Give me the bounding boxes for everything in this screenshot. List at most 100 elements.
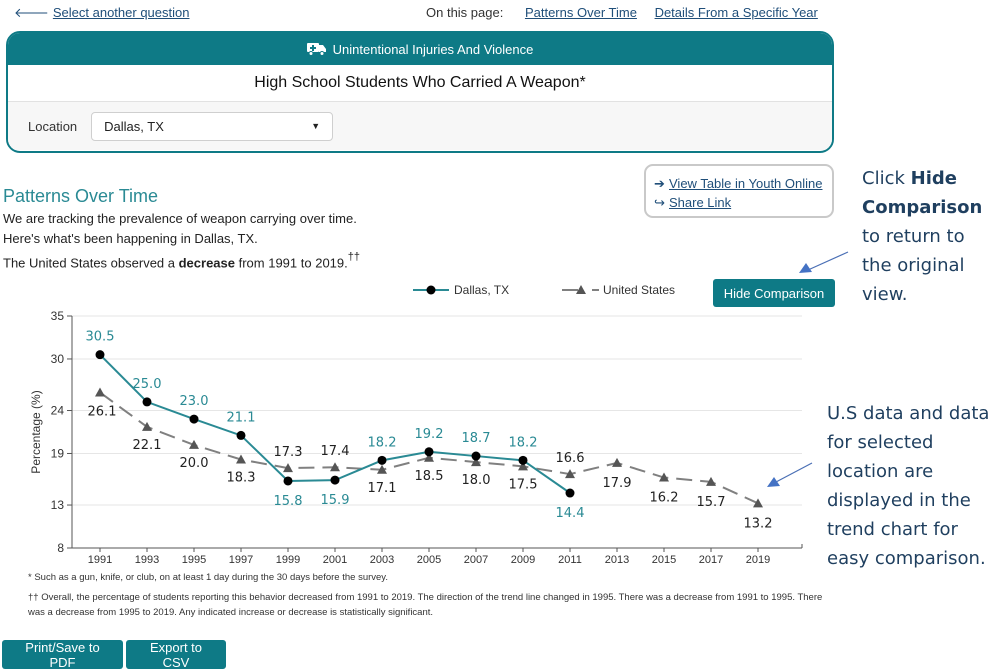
links-box: ➔ View Table in Youth Online ↪ Share Link (644, 164, 834, 218)
data-labels: 30.5 26.1 25.0 22.1 23.0 20.0 21.1 18.3 15.8 17.3… (86, 330, 773, 532)
print-save-pdf-button[interactable]: Print/Save to PDF (2, 640, 123, 670)
data-point-us (612, 457, 622, 467)
data-point-dallas (518, 455, 528, 465)
data-label-us: 22.1 (133, 438, 162, 453)
x-tick-label: 1999 (276, 554, 300, 566)
section-description: We are tracking the prevalence of weapon… (3, 209, 360, 273)
x-tick-label: 2019 (746, 554, 770, 566)
trend-word: decrease (178, 255, 235, 271)
footnote-asterisk: * Such as a gun, knife, or club, on at l… (28, 572, 388, 583)
x-tick-label: 2001 (323, 554, 347, 566)
legend-marker-dallas (426, 285, 436, 295)
legend-label-dallas: Dallas, TX (454, 283, 509, 297)
y-tick-label: 35 (51, 309, 65, 323)
data-point-us (95, 387, 105, 397)
arrow-left-icon: 🡐 (14, 5, 49, 20)
y-tick-label: 8 (57, 541, 64, 555)
data-label-dallas: 18.2 (509, 435, 538, 450)
data-label-us: 13.2 (744, 516, 773, 531)
description-text: from 1991 to 2019. (235, 255, 348, 271)
x-tick-label: 2015 (652, 554, 676, 566)
legend-label-us: United States (603, 283, 675, 297)
y-tick-label: 24 (51, 404, 65, 418)
view-table-row[interactable]: ➔ View Table in Youth Online (654, 174, 832, 193)
y-axis-label: Percentage (%) (29, 390, 43, 473)
footnote-marker: †† (347, 251, 360, 263)
data-label-us: 16.2 (650, 491, 679, 506)
series-line-dallas (99, 353, 571, 494)
data-label-us: 17.9 (603, 476, 632, 491)
ambulance-icon (306, 43, 326, 56)
section-title: Patterns Over Time (3, 186, 159, 206)
data-point-us (753, 498, 763, 508)
data-point-dallas (236, 430, 246, 440)
data-label-dallas: 18.2 (368, 435, 397, 450)
data-label-dallas: 30.5 (86, 330, 115, 345)
annotation-hide-comparison: Click Hide Comparison to return to the o… (862, 164, 992, 309)
data-label-dallas: 15.8 (274, 494, 303, 509)
x-tick-label: 2003 (370, 554, 394, 566)
trend-chart: 8 13 19 24 30 35 1991 1993 1995 1997 1999 2001 2003 2… (29, 283, 803, 566)
share-link-row[interactable]: ↪ Share Link (654, 193, 832, 212)
annotation-arrow-line (807, 251, 849, 271)
data-point-dallas (283, 476, 293, 486)
view-table-link[interactable]: View Table in Youth Online (669, 176, 822, 191)
share-link[interactable]: Share Link (669, 195, 731, 210)
share-icon: ↪ (654, 195, 665, 210)
data-label-dallas: 14.4 (556, 506, 585, 521)
legend: Dallas, TX United States (413, 283, 675, 297)
x-tick-label: 2007 (464, 554, 488, 566)
data-point-dallas (471, 451, 481, 461)
x-tick-label: 1993 (135, 554, 159, 566)
category-title: Unintentional Injuries And Violence (332, 41, 534, 57)
data-point-dallas (377, 455, 387, 465)
on-this-page-nav: On this page: Patterns Over Time Details… (426, 5, 832, 20)
location-value: Dallas, TX (104, 118, 164, 134)
data-label-us: 17.3 (274, 445, 303, 460)
y-tick-label: 13 (51, 498, 65, 512)
x-tick-label: 2005 (417, 554, 441, 566)
category-bar: Unintentional Injuries And Violence (8, 33, 832, 65)
x-tick-label: 1995 (182, 554, 206, 566)
y-tick-label: 19 (51, 446, 65, 460)
data-point-dallas (95, 350, 105, 360)
select-another-question-link[interactable]: Select another question (53, 5, 190, 20)
export-csv-button[interactable]: Export to CSV (126, 640, 226, 670)
data-label-us: 18.3 (227, 470, 256, 485)
patterns-over-time-link[interactable]: Patterns Over Time (525, 5, 637, 20)
data-point-dallas (189, 414, 199, 424)
data-point-dallas (565, 488, 575, 498)
data-label-dallas: 25.0 (133, 377, 162, 392)
location-select[interactable]: Dallas, TX ▼ (91, 111, 334, 141)
data-label-us: 18.0 (462, 473, 491, 488)
x-tick-label: 1991 (88, 554, 112, 566)
x-tick-label: 2017 (699, 554, 723, 566)
data-label-us: 17.1 (368, 481, 397, 496)
x-tick-label: 2011 (558, 554, 582, 566)
description-line-2: Here's what's been happening in Dallas, … (3, 231, 258, 246)
y-tick-label: 30 (51, 352, 65, 366)
back-link[interactable]: 🡐 Select another question (14, 5, 189, 21)
data-label-us: 15.7 (697, 495, 726, 510)
x-tick-label: 2009 (511, 554, 535, 566)
data-label-us: 20.0 (180, 456, 209, 471)
description-text: The United States observed a (3, 255, 179, 271)
footnote-dagger: †† Overall, the percentage of students r… (28, 592, 823, 618)
details-specific-year-link[interactable]: Details From a Specific Year (655, 5, 818, 20)
data-label-dallas: 23.0 (180, 394, 209, 409)
data-label-dallas: 21.1 (227, 410, 256, 425)
annotation-text: Click (862, 168, 911, 189)
location-label: Location (28, 118, 78, 134)
x-tick-label: 2013 (605, 554, 629, 566)
data-point-dallas (330, 475, 340, 485)
location-row: Location Dallas, TX ▼ (8, 102, 832, 150)
data-point-dallas (424, 447, 434, 457)
data-label-us: 17.5 (509, 477, 538, 492)
data-label-us: 26.1 (88, 404, 117, 419)
annotation-text: to return to the original view. (862, 226, 965, 305)
data-point-dallas (142, 397, 152, 407)
arrow-right-icon: ➔ (654, 176, 665, 191)
question-title: High School Students Who Carried A Weapo… (8, 65, 832, 102)
data-label-dallas: 18.7 (462, 431, 491, 446)
description-line-1: We are tracking the prevalence of weapon… (3, 211, 357, 226)
